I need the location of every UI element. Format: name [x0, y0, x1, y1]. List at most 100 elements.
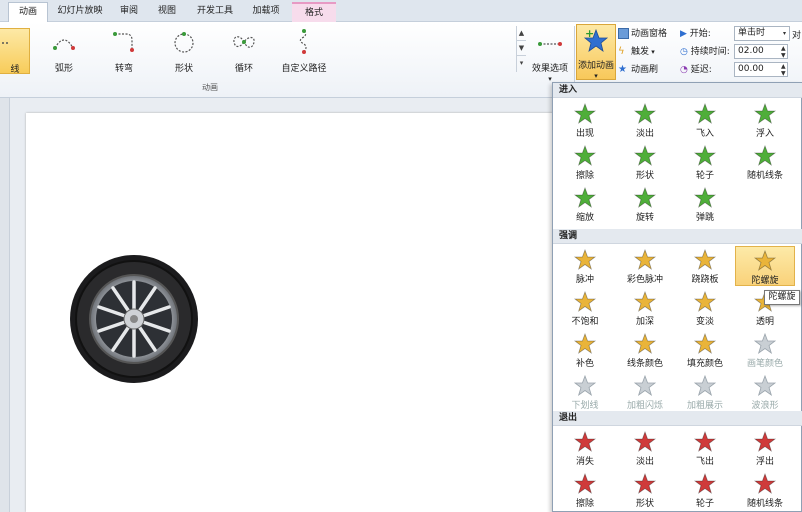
animation-effect-item[interactable]: 出现: [555, 100, 615, 140]
tab-addins[interactable]: 加载项: [246, 2, 286, 22]
start-value: 单击时: [738, 28, 766, 38]
start-row: ▶ 开始: 单击时 ▾: [680, 26, 790, 42]
animation-gallery-scrollbar[interactable]: ▲ ▼ ▾: [516, 26, 526, 72]
effect-label: 填充颜色: [686, 359, 723, 369]
animation-effect-item[interactable]: 画笔颜色: [735, 330, 795, 370]
effect-options-button[interactable]: 效果选项 ▾: [528, 26, 572, 83]
animation-effect-item[interactable]: 轮子: [675, 142, 735, 182]
animation-effect-item[interactable]: 彩色脉冲: [615, 246, 675, 286]
animation-effect-item[interactable]: 擦除: [555, 470, 615, 510]
motion-path-turn-button[interactable]: 转弯: [94, 28, 154, 74]
animation-effect-item[interactable]: 陀螺旋: [735, 246, 795, 286]
animation-effect-item[interactable]: 加粗闪烁: [615, 372, 675, 412]
motion-path-label: 弧形: [54, 64, 73, 74]
effect-star-icon: [574, 473, 596, 495]
effect-star-icon: [634, 187, 656, 209]
motion-path-loop-button[interactable]: 循环: [214, 28, 274, 74]
animation-effect-item[interactable]: 线条颜色: [615, 330, 675, 370]
effect-label: 形状: [635, 171, 654, 181]
animation-effect-item[interactable]: 变淡: [675, 288, 735, 328]
animation-effect-item[interactable]: 旋转: [615, 184, 675, 224]
motion-path-shape-button[interactable]: 形状: [154, 28, 214, 74]
motion-path-line-button[interactable]: 线: [0, 28, 30, 75]
duration-row: ◷ 持续时间: 02.00 ▲ ▼: [680, 44, 788, 60]
animation-effect-item[interactable]: 浮出: [735, 428, 795, 468]
effect-star-icon: [634, 375, 656, 397]
animation-effect-item[interactable]: 随机线条: [735, 470, 795, 510]
tab-slideshow[interactable]: 幻灯片放映: [54, 2, 106, 22]
animation-effect-item[interactable]: 形状: [615, 142, 675, 182]
tire-image[interactable]: [68, 253, 200, 385]
loop-path-icon: [233, 36, 255, 48]
animation-effect-item[interactable]: 不饱和: [555, 288, 615, 328]
trigger-button[interactable]: ϟ 触发 ▾: [618, 44, 655, 60]
effect-star-icon: [574, 187, 596, 209]
tab-animations[interactable]: 动画: [8, 2, 48, 22]
tab-format[interactable]: 格式: [292, 2, 336, 22]
animation-effect-item[interactable]: 脉冲: [555, 246, 615, 286]
animation-effect-item[interactable]: 补色: [555, 330, 615, 370]
duration-input[interactable]: 02.00 ▲ ▼: [734, 44, 788, 59]
effect-star-icon: [754, 473, 776, 495]
effect-star-icon: [754, 145, 776, 167]
tab-developer[interactable]: 开发工具: [190, 2, 240, 22]
animation-effect-item[interactable]: 加深: [615, 288, 675, 328]
tab-review[interactable]: 审阅: [112, 2, 146, 22]
effect-label: 陀螺旋: [751, 276, 779, 286]
animation-effect-item[interactable]: 缩放: [555, 184, 615, 224]
effect-label: 跷跷板: [691, 275, 719, 285]
start-select[interactable]: 单击时 ▾: [734, 26, 790, 41]
animation-effect-item[interactable]: 淡出: [615, 428, 675, 468]
effect-star-icon: [634, 431, 656, 453]
add-animation-label: 添加动画: [577, 61, 614, 71]
effect-star-icon: [754, 103, 776, 125]
delay-value: 00.00: [738, 64, 764, 74]
effect-star-icon: [694, 333, 716, 355]
animation-effect-item[interactable]: 形状: [615, 470, 675, 510]
trigger-label: 触发: [631, 47, 650, 57]
tab-view[interactable]: 视图: [150, 2, 184, 22]
gallery-scroll-down-icon[interactable]: ▼: [517, 41, 526, 56]
effect-label: 淡出: [635, 129, 654, 139]
effect-star-icon: [634, 145, 656, 167]
effect-star-icon: [694, 187, 716, 209]
gallery-more-icon[interactable]: ▾: [517, 56, 526, 71]
animation-effect-item[interactable]: 轮子: [675, 470, 735, 510]
animation-effect-item[interactable]: 波浪形: [735, 372, 795, 412]
add-animation-button[interactable]: + 添加动画 ▾: [576, 24, 616, 80]
effect-star-icon: [574, 249, 596, 271]
animation-effect-item[interactable]: 飞入: [675, 100, 735, 140]
effect-label: 脉冲: [575, 275, 594, 285]
effect-options-label: 效果选项: [531, 64, 568, 74]
custom-path-icon: [299, 29, 307, 54]
ribbon-tab-bar: 动画 幻灯片放映 审阅 视图 开发工具 加载项 格式: [0, 0, 802, 22]
animation-painter-button[interactable]: ★ 动画刷: [618, 62, 658, 78]
animation-effect-item[interactable]: 飞出: [675, 428, 735, 468]
arc-path-icon: [53, 39, 75, 50]
effect-star-icon: [754, 375, 776, 397]
motion-path-custom-button[interactable]: 自定义路径: [274, 28, 334, 74]
animation-effect-item[interactable]: 加粗展示: [675, 372, 735, 412]
gallery-scroll-up-icon[interactable]: ▲: [517, 26, 526, 41]
animation-effect-item[interactable]: 跷跷板: [675, 246, 735, 286]
slide-canvas[interactable]: [26, 113, 566, 512]
animation-effect-item[interactable]: 随机线条: [735, 142, 795, 182]
effect-label: 补色: [575, 359, 594, 369]
animation-effect-item[interactable]: 消失: [555, 428, 615, 468]
animation-effect-item[interactable]: 浮入: [735, 100, 795, 140]
animation-effect-item[interactable]: 填充颜色: [675, 330, 735, 370]
effect-label: 飞出: [695, 457, 714, 467]
animation-effect-item[interactable]: 下划线: [555, 372, 615, 412]
animation-effect-item[interactable]: 擦除: [555, 142, 615, 182]
effect-star-icon: [574, 431, 596, 453]
reorder-label[interactable]: 对: [792, 28, 801, 41]
animation-effect-item[interactable]: 淡出: [615, 100, 675, 140]
spinner-icon[interactable]: ▲ ▼: [781, 45, 789, 59]
animation-pane-button[interactable]: 动画窗格: [618, 26, 667, 42]
animation-effect-item[interactable]: 弹跳: [675, 184, 735, 224]
motion-path-label: 循环: [234, 64, 253, 74]
delay-input[interactable]: 00.00 ▲ ▼: [734, 62, 788, 77]
effect-label: 线条颜色: [626, 359, 663, 369]
spinner-icon[interactable]: ▲ ▼: [781, 63, 789, 77]
motion-path-arc-button[interactable]: 弧形: [34, 28, 94, 74]
